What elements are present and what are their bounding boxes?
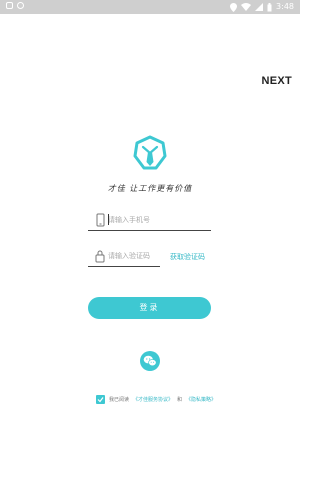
battery-icon	[267, 2, 272, 11]
code-field[interactable]	[88, 246, 160, 267]
wechat-icon[interactable]	[140, 351, 160, 371]
agreement-checkbox[interactable]	[96, 395, 105, 404]
slogan: 才佳 让工作更有价值	[107, 184, 193, 193]
status-left-icons	[6, 2, 24, 9]
clock: 3:48	[276, 2, 294, 11]
notification-icon	[6, 2, 13, 9]
wifi-icon	[241, 3, 252, 11]
agreement-middle: 和	[177, 397, 183, 403]
status-bar: 3:48	[0, 0, 300, 14]
check-icon	[97, 397, 104, 403]
code-input[interactable]	[108, 248, 158, 264]
privacy-policy-link[interactable]: 《隐私策略》	[186, 396, 216, 403]
get-code-button[interactable]: 获取验证码	[170, 252, 205, 262]
info-icon	[17, 2, 24, 9]
signal-icon	[255, 3, 264, 11]
status-right-icons: 3:48	[230, 2, 294, 12]
agreement-row: 我已阅读 《才佳服务协议》 和 《隐私策略》	[96, 395, 216, 404]
next-button[interactable]: NEXT	[261, 75, 292, 87]
lock-icon	[95, 250, 105, 263]
phone-input[interactable]	[108, 212, 209, 228]
service-agreement-link[interactable]: 《才佳服务协议》	[133, 396, 173, 403]
text-cursor	[108, 214, 109, 225]
tie-logo-icon	[133, 135, 167, 170]
agreement-prefix: 我已阅读	[109, 397, 130, 403]
location-icon	[230, 2, 238, 12]
phone-icon	[96, 213, 105, 227]
login-button[interactable]: 登录	[88, 297, 211, 319]
phone-field[interactable]	[88, 210, 211, 231]
